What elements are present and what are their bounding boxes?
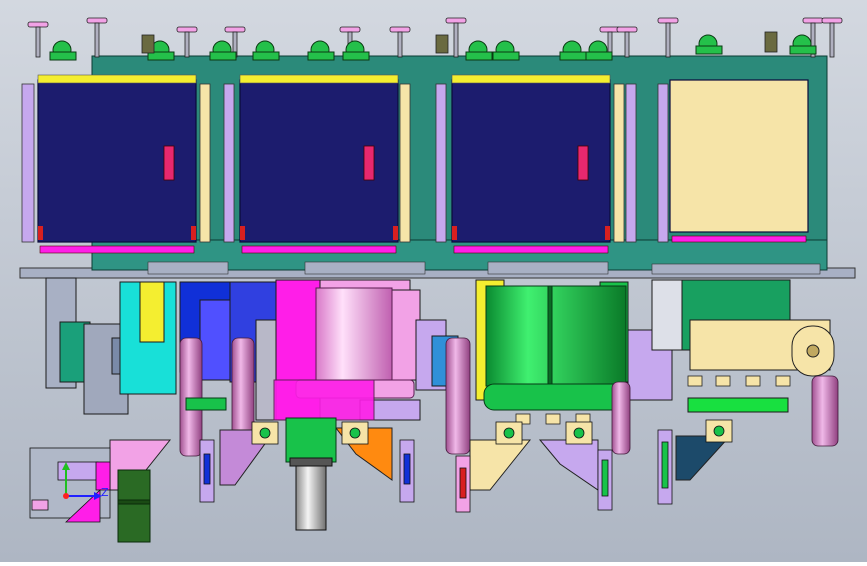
panel-trims [37, 74, 611, 84]
cad-viewport[interactable]: Z [0, 0, 867, 562]
green-cylinder [483, 285, 629, 411]
panel-4 [669, 79, 809, 233]
triad-axis-label: Z [101, 486, 109, 499]
left-cluster [29, 447, 111, 523]
assembly-drawing [0, 0, 867, 562]
roller-end [791, 325, 835, 377]
motor-left [117, 469, 151, 543]
motor-center [289, 457, 333, 531]
